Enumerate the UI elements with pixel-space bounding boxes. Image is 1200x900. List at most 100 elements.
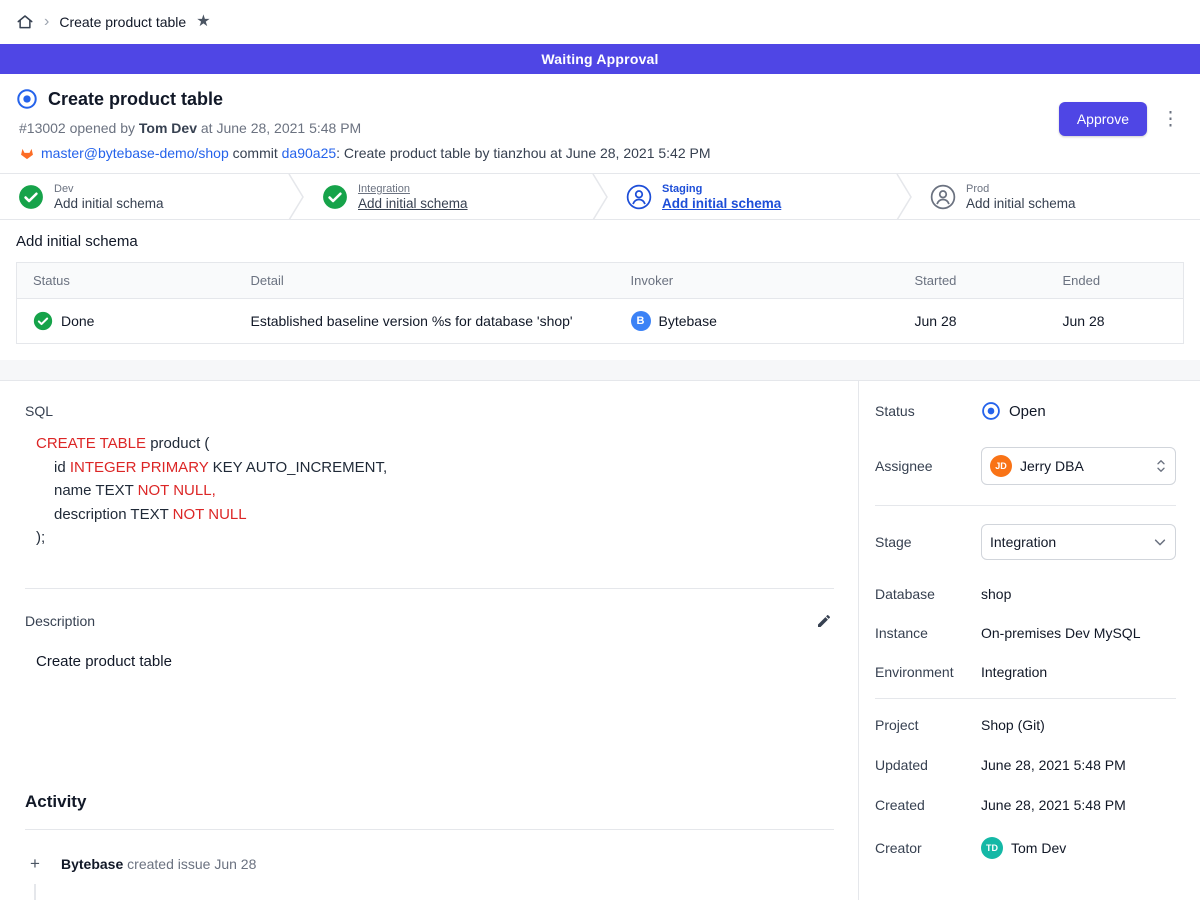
pipeline-stage-prod[interactable]: ProdAdd initial schema bbox=[912, 174, 1200, 219]
project-value: Shop (Git) bbox=[981, 717, 1045, 733]
commit-line: master@bytebase-demo/shop commit da90a25… bbox=[19, 145, 1176, 161]
issue-open-status-icon bbox=[16, 88, 38, 110]
plus-icon: + bbox=[25, 854, 45, 874]
stage-label: Stage bbox=[875, 534, 981, 550]
overflow-menu-icon[interactable]: ⋮ bbox=[1161, 110, 1180, 129]
description-label: Description bbox=[25, 613, 95, 629]
sidebar-row-created: Created June 28, 2021 5:48 PM bbox=[875, 797, 1176, 813]
sidebar-row-instance: Instance On-premises Dev MySQL bbox=[875, 625, 1176, 641]
stage-separator-icon bbox=[896, 174, 912, 219]
sql-line: name TEXT NOT NULL, bbox=[36, 479, 834, 503]
task-status: Done bbox=[61, 313, 94, 329]
edit-pencil-icon[interactable] bbox=[814, 611, 834, 631]
activity-title: Activity bbox=[25, 792, 834, 812]
assignee-avatar: JD bbox=[990, 455, 1012, 477]
commit-word: commit bbox=[229, 145, 282, 161]
sidebar-row-project: Project Shop (Git) bbox=[875, 717, 1176, 733]
pipeline-stage-staging[interactable]: StagingAdd initial schema bbox=[608, 174, 896, 219]
assignee-select[interactable]: JD Jerry DBA bbox=[981, 447, 1176, 485]
breadcrumb: › Create product table ★ bbox=[0, 0, 1200, 44]
environment-value: Integration bbox=[981, 664, 1047, 680]
activity-time: Jun 28 bbox=[214, 856, 256, 872]
issue-meta-suffix: at June 28, 2021 5:48 PM bbox=[197, 120, 361, 136]
divider bbox=[25, 588, 834, 589]
updated-label: Updated bbox=[875, 757, 981, 773]
creator-value: Tom Dev bbox=[1011, 840, 1066, 856]
pipeline-stage-dev[interactable]: DevAdd initial schema bbox=[0, 174, 288, 219]
stage-separator-icon bbox=[592, 174, 608, 219]
repo-branch-link[interactable]: master@bytebase-demo/shop bbox=[41, 145, 229, 161]
commit-hash-link[interactable]: da90a25 bbox=[282, 145, 337, 161]
stage-separator-icon bbox=[288, 174, 304, 219]
creator-label: Creator bbox=[875, 840, 981, 856]
task-invoker: Bytebase bbox=[659, 313, 717, 329]
divider bbox=[25, 829, 834, 830]
database-value: shop bbox=[981, 586, 1011, 602]
sql-line: id INTEGER PRIMARY KEY AUTO_INCREMENT, bbox=[36, 456, 834, 480]
table-header-ended: Ended bbox=[1047, 263, 1184, 299]
stage-task-label: Add initial schema bbox=[662, 196, 781, 211]
task-table-row[interactable]: Done Established baseline version %s for… bbox=[17, 299, 1184, 344]
task-started: Jun 28 bbox=[899, 299, 1047, 344]
section-gap bbox=[0, 360, 1200, 380]
approval-banner: Waiting Approval bbox=[0, 44, 1200, 74]
sql-code-block: CREATE TABLE product ( id INTEGER PRIMAR… bbox=[36, 432, 834, 550]
breadcrumb-page-title[interactable]: Create product table bbox=[59, 14, 186, 30]
assignee-label: Assignee bbox=[875, 458, 981, 474]
chevron-down-icon bbox=[1153, 535, 1167, 549]
stage-value: Integration bbox=[990, 534, 1145, 550]
task-section: Add initial schema Status Detail Invoker… bbox=[0, 220, 1200, 360]
updated-value: June 28, 2021 5:48 PM bbox=[981, 757, 1126, 773]
timeline-line bbox=[34, 884, 36, 900]
stage-task-label: Add initial schema bbox=[54, 196, 164, 211]
created-label: Created bbox=[875, 797, 981, 813]
divider bbox=[875, 505, 1176, 506]
stage-env-label: Integration bbox=[358, 183, 468, 195]
issue-meta-prefix: #13002 opened by bbox=[19, 120, 139, 136]
issue-sidebar: Status Open Assignee JD Jerry DBA Stage … bbox=[858, 381, 1200, 900]
task-detail: Established baseline version %s for data… bbox=[235, 299, 615, 344]
person-circle-icon bbox=[626, 184, 652, 210]
issue-meta: #13002 opened by Tom Dev at June 28, 202… bbox=[19, 120, 1176, 136]
sidebar-row-stage: Stage Integration bbox=[875, 524, 1176, 560]
stage-select[interactable]: Integration bbox=[981, 524, 1176, 560]
sidebar-row-database: Database shop bbox=[875, 586, 1176, 602]
sidebar-row-environment: Environment Integration bbox=[875, 664, 1176, 680]
instance-value: On-premises Dev MySQL bbox=[981, 625, 1140, 641]
chevron-right-icon: › bbox=[44, 14, 49, 30]
activity-author: Bytebase bbox=[61, 856, 123, 872]
stage-env-label: Staging bbox=[662, 183, 781, 195]
creator-avatar: TD bbox=[981, 837, 1003, 859]
sidebar-row-updated: Updated June 28, 2021 5:48 PM bbox=[875, 757, 1176, 773]
chevron-updown-icon bbox=[1155, 457, 1167, 475]
check-circle-icon bbox=[322, 184, 348, 210]
stage-task-label: Add initial schema bbox=[966, 196, 1076, 211]
database-label: Database bbox=[875, 586, 981, 602]
star-icon[interactable]: ★ bbox=[196, 14, 210, 30]
table-header-started: Started bbox=[899, 263, 1047, 299]
divider bbox=[875, 698, 1176, 699]
home-icon[interactable] bbox=[16, 13, 34, 31]
gitlab-icon bbox=[19, 146, 35, 161]
assignee-value: Jerry DBA bbox=[1020, 458, 1147, 474]
environment-label: Environment bbox=[875, 664, 981, 680]
approve-button[interactable]: Approve bbox=[1059, 102, 1147, 136]
sql-label: SQL bbox=[25, 403, 834, 419]
done-check-icon bbox=[33, 311, 53, 331]
status-label: Status bbox=[875, 403, 981, 419]
sql-line: CREATE TABLE product ( bbox=[36, 432, 834, 456]
table-header-invoker: Invoker bbox=[615, 263, 899, 299]
stage-env-label: Dev bbox=[54, 183, 164, 195]
sidebar-row-assignee: Assignee JD Jerry DBA bbox=[875, 447, 1176, 485]
commit-message: : Create product table by tianzhou at Ju… bbox=[336, 145, 710, 161]
project-label: Project bbox=[875, 717, 981, 733]
task-ended: Jun 28 bbox=[1047, 299, 1184, 344]
issue-author: Tom Dev bbox=[139, 120, 197, 136]
created-value: June 28, 2021 5:48 PM bbox=[981, 797, 1126, 813]
task-table: Status Detail Invoker Started Ended Done… bbox=[16, 262, 1184, 344]
stage-env-label: Prod bbox=[966, 183, 1076, 195]
status-open-icon bbox=[981, 401, 1001, 421]
invoker-avatar: B bbox=[631, 311, 651, 331]
commit-text: master@bytebase-demo/shop commit da90a25… bbox=[41, 145, 711, 161]
pipeline-stage-integration[interactable]: IntegrationAdd initial schema bbox=[304, 174, 592, 219]
